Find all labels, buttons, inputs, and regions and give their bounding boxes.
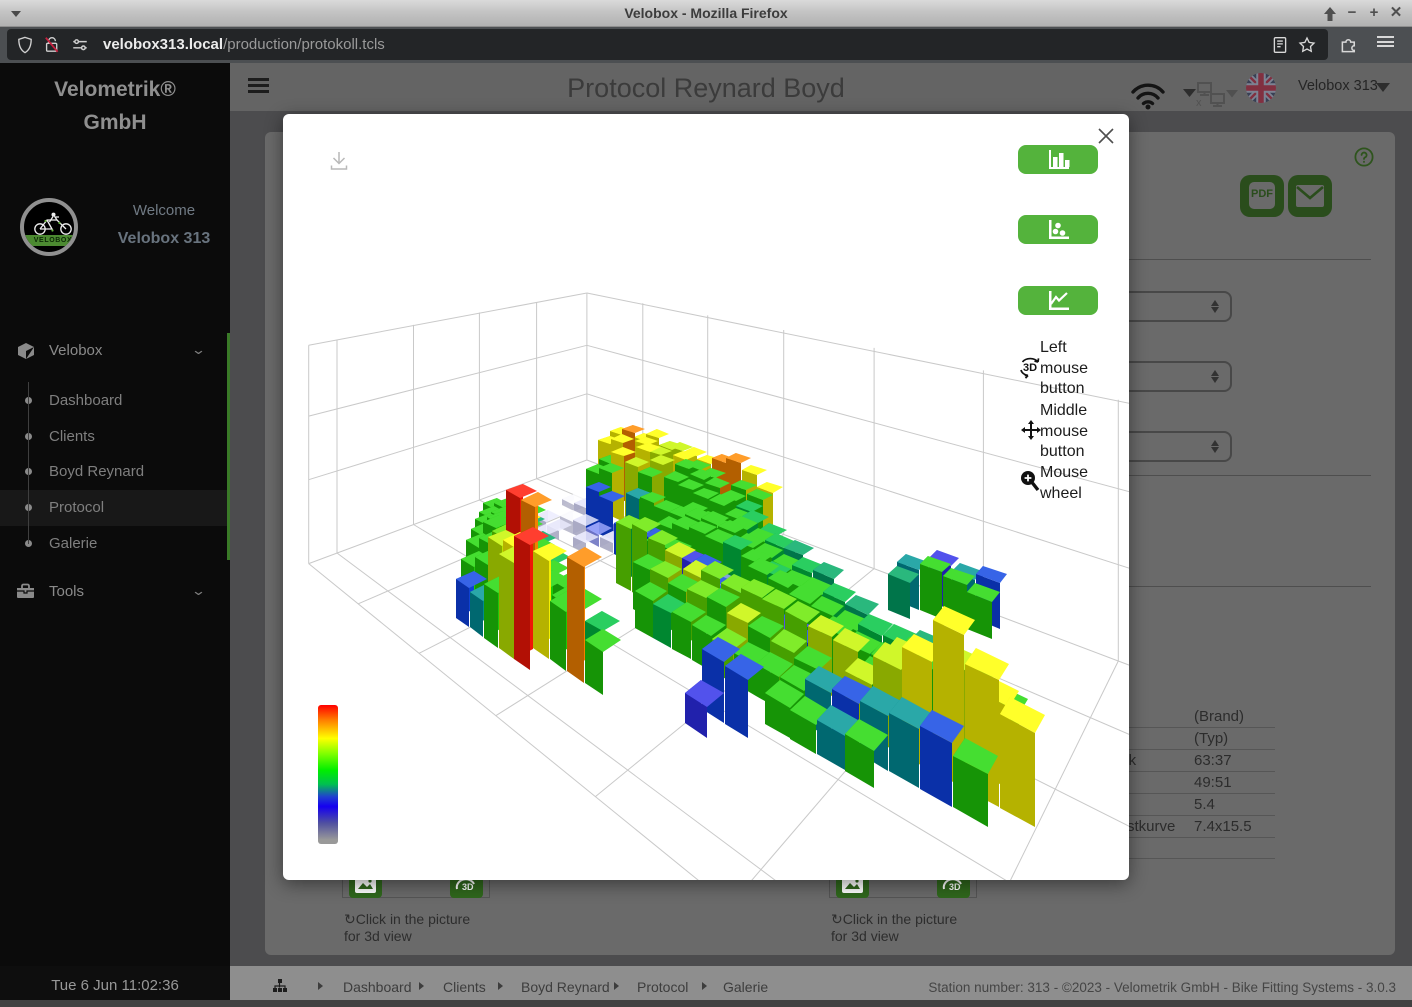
svg-text:3D: 3D bbox=[462, 882, 474, 892]
svg-text:x: x bbox=[1196, 97, 1202, 109]
svg-text:3D: 3D bbox=[949, 882, 961, 892]
svg-text:3D: 3D bbox=[1023, 362, 1037, 374]
